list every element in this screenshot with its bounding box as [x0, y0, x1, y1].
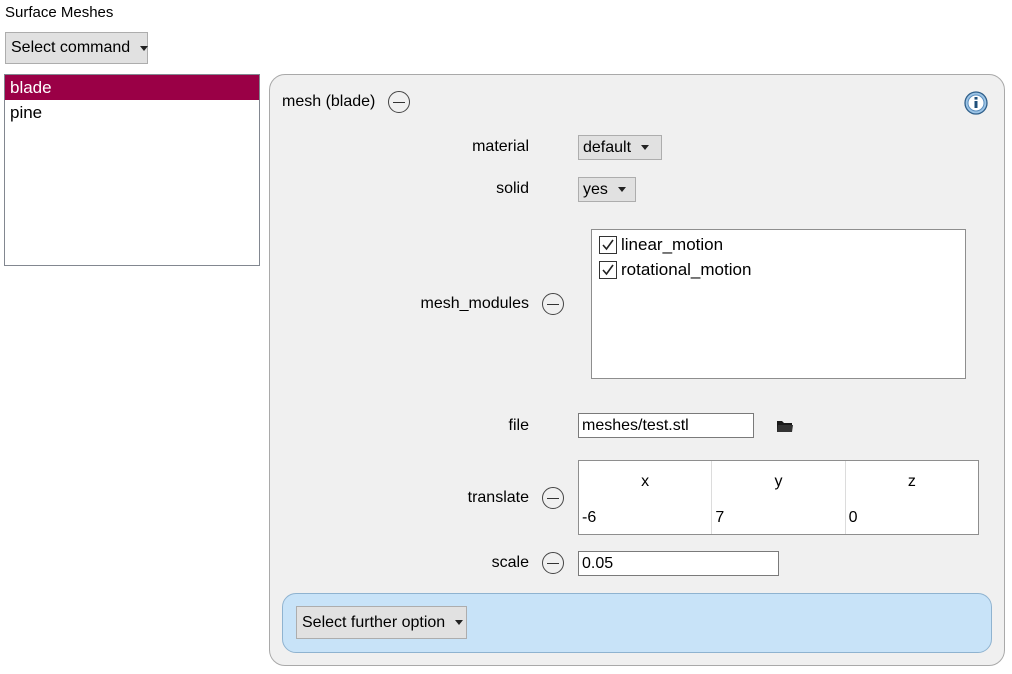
translate-col-y[interactable]: y 7: [712, 461, 846, 534]
mesh-modules-label: mesh_modules: [420, 295, 530, 312]
translate-table[interactable]: x -6 y 7 z 0: [578, 460, 979, 535]
column-header-x: x: [641, 473, 650, 490]
solid-label: solid: [496, 180, 529, 197]
panel-title: mesh (blade): [282, 93, 376, 110]
folder-icon[interactable]: [776, 418, 794, 434]
scale-input[interactable]: 0.05: [578, 551, 779, 576]
module-row-linear-motion[interactable]: linear_motion: [592, 232, 965, 257]
translate-label: translate: [467, 489, 529, 506]
info-icon[interactable]: [964, 91, 988, 115]
column-header-z: z: [907, 473, 916, 490]
module-label: linear_motion: [621, 234, 724, 254]
module-row-rotational-motion[interactable]: rotational_motion: [592, 257, 965, 282]
chevron-down-icon: [617, 187, 626, 192]
chevron-down-icon: [641, 145, 650, 150]
list-item-pine[interactable]: pine: [5, 100, 259, 125]
mesh-modules-list[interactable]: linear_motion rotational_motion: [591, 229, 966, 379]
material-dropdown[interactable]: default: [578, 135, 662, 160]
translate-col-x[interactable]: x -6: [579, 461, 713, 534]
solid-value: yes: [583, 180, 608, 198]
remove-mesh-modules-button[interactable]: [542, 293, 564, 315]
section-title: Surface Meshes: [5, 4, 114, 21]
translate-y-value[interactable]: 7: [715, 509, 724, 527]
translate-x-value[interactable]: -6: [582, 509, 596, 527]
minus-circle-icon: [393, 101, 405, 103]
chevron-down-icon: [140, 45, 149, 51]
further-option-dropdown[interactable]: Select further option: [296, 606, 467, 639]
minus-circle-icon: [547, 562, 559, 564]
list-item-blade[interactable]: blade: [5, 75, 259, 100]
remove-scale-button[interactable]: [542, 552, 564, 574]
column-header-y: y: [774, 473, 783, 490]
further-option-label: Select further option: [302, 613, 446, 631]
select-command-label: Select command: [11, 39, 131, 56]
collapse-mesh-button[interactable]: [388, 91, 410, 113]
scale-value: 0.05: [582, 554, 614, 572]
checkbox-icon[interactable]: [599, 260, 617, 279]
translate-col-z[interactable]: z 0: [846, 461, 978, 534]
remove-translate-button[interactable]: [542, 487, 564, 509]
mesh-list[interactable]: blade pine: [4, 74, 260, 266]
module-label: rotational_motion: [621, 259, 752, 279]
solid-dropdown[interactable]: yes: [578, 177, 636, 202]
checkbox-icon[interactable]: [599, 235, 617, 254]
chevron-down-icon: [455, 620, 464, 625]
scale-label: scale: [491, 554, 529, 571]
material-label: material: [472, 138, 529, 155]
translate-z-value[interactable]: 0: [849, 509, 858, 527]
material-value: default: [583, 138, 632, 156]
file-input[interactable]: meshes/test.stl: [578, 413, 754, 438]
file-value: meshes/test.stl: [582, 416, 689, 434]
minus-circle-icon: [547, 303, 559, 305]
file-label: file: [508, 417, 529, 434]
minus-circle-icon: [547, 497, 559, 499]
select-command-dropdown[interactable]: Select command: [5, 32, 149, 64]
